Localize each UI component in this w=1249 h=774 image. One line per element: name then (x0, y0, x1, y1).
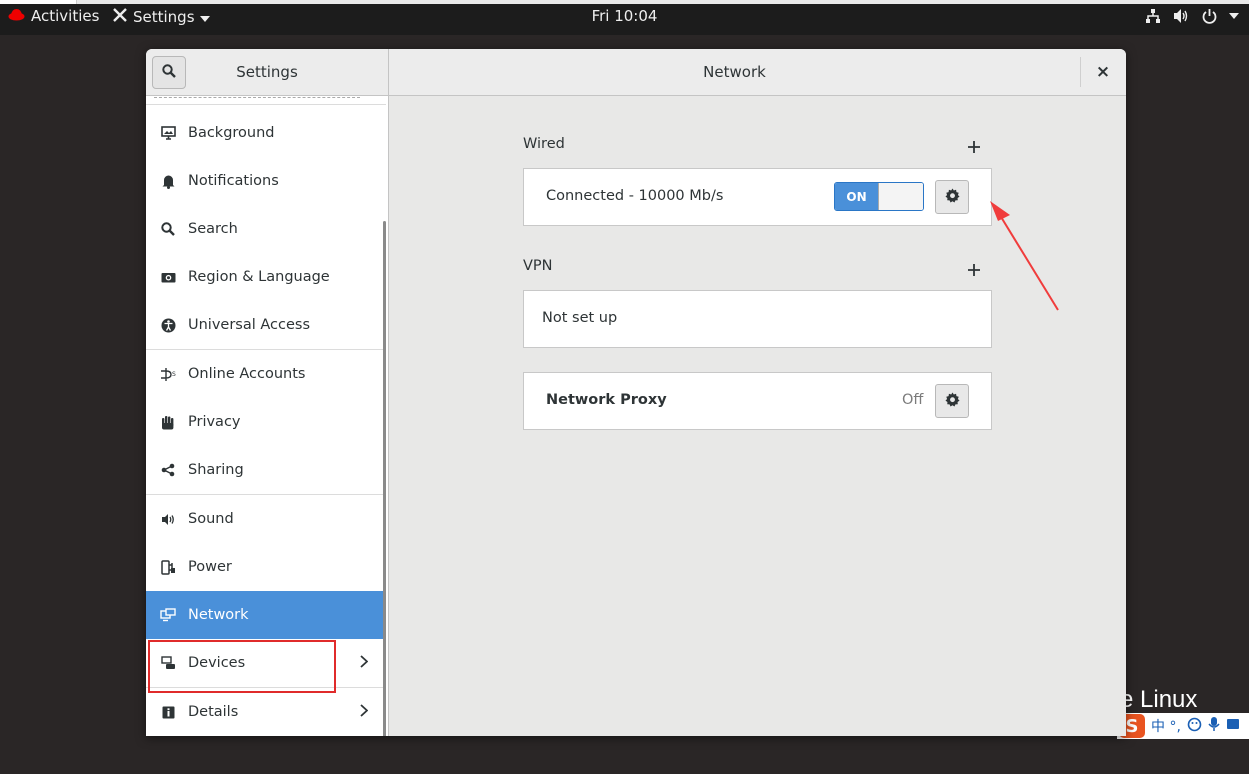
svg-text:S: S (172, 371, 176, 378)
sidebar-item-label: Sound (188, 511, 234, 527)
close-button[interactable]: × (1090, 62, 1116, 82)
accessibility-icon (160, 317, 176, 333)
add-vpn-button[interactable] (968, 260, 980, 278)
top-bar: Activities Settings Fri 10:04 (0, 0, 1249, 35)
ime-toolbar[interactable]: S 中 °, (1117, 713, 1249, 739)
sidebar-item-background[interactable]: Background (146, 109, 386, 157)
sidebar-scrollbar[interactable] (383, 221, 386, 736)
wallpaper-text: e Linux (1120, 686, 1198, 713)
power-plug-icon (160, 559, 176, 575)
sidebar-item-label: Network (188, 607, 249, 623)
volume-icon (1173, 8, 1190, 24)
sidebar-item-details[interactable]: Details (146, 688, 386, 736)
sidebar-item-label: Sharing (188, 462, 244, 478)
activities-label: Activities (31, 7, 100, 25)
sidebar-item-label: Region & Language (188, 269, 330, 285)
keyboard-icon[interactable] (1226, 717, 1240, 735)
toggle-on-label: ON (835, 183, 878, 210)
bell-icon (160, 173, 176, 189)
tools-icon (112, 7, 128, 27)
ime-mode-label[interactable]: 中 °, (1151, 716, 1181, 736)
wired-settings-button[interactable] (935, 180, 969, 214)
add-wired-button[interactable] (968, 137, 980, 155)
gear-icon (944, 187, 960, 207)
background-icon (160, 125, 176, 141)
header-bar: Settings Network × (146, 49, 1126, 96)
proxy-status: Off (902, 392, 924, 408)
vpn-section-label: VPN (523, 258, 553, 274)
sidebar-item-sharing[interactable]: Sharing (146, 446, 386, 494)
sidebar-item-region-language[interactable]: Region & Language (146, 253, 386, 301)
camera-icon (160, 269, 176, 285)
page-title: Network (703, 63, 766, 81)
proxy-label: Network Proxy (546, 392, 667, 408)
chevron-right-icon (360, 655, 369, 672)
app-menu[interactable]: Settings (112, 7, 210, 27)
toggle-knob (878, 183, 923, 210)
network-icon (160, 607, 176, 623)
speaker-icon (160, 511, 176, 527)
sidebar-item-label: Privacy (188, 414, 241, 430)
search-icon (160, 221, 176, 237)
sidebar-item-search[interactable]: Search (146, 205, 386, 253)
microphone-icon[interactable] (1208, 716, 1220, 736)
sidebar-item-power[interactable]: Power (146, 543, 386, 591)
power-icon (1202, 8, 1217, 24)
header-divider (1080, 57, 1081, 87)
sidebar-item-label: Search (188, 221, 238, 237)
sidebar: Background Notifications Search Region &… (146, 96, 389, 736)
chevron-down-icon (1229, 13, 1239, 19)
divider (146, 104, 386, 105)
sidebar-item-label: Background (188, 125, 275, 141)
vpn-panel: Not set up (523, 290, 992, 348)
online-accounts-icon: S (160, 366, 176, 382)
sidebar-item-label: Online Accounts (188, 366, 306, 382)
gear-icon (944, 391, 960, 411)
status-menu[interactable] (1145, 8, 1239, 24)
app-menu-label: Settings (133, 8, 195, 26)
sidebar-item-universal-access[interactable]: Universal Access (146, 301, 386, 349)
sidebar-item-sound[interactable]: Sound (146, 495, 386, 543)
network-wired-icon (1145, 8, 1161, 24)
sidebar-item-label: Notifications (188, 173, 279, 189)
sidebar-item-privacy[interactable]: Privacy (146, 398, 386, 446)
vpn-status: Not set up (542, 310, 618, 326)
sidebar-item-network[interactable]: Network (146, 591, 386, 639)
share-icon (160, 462, 176, 478)
emoji-icon[interactable] (1187, 717, 1202, 736)
highlight-annotation-box (148, 640, 336, 693)
sidebar-title: Settings (236, 63, 298, 81)
redhat-logo-icon (8, 7, 25, 25)
activities-button[interactable]: Activities (8, 7, 99, 25)
settings-window: Settings Network × Background Notificati… (146, 49, 1126, 736)
chevron-right-icon (360, 704, 369, 721)
wired-section-label: Wired (523, 136, 565, 152)
sidebar-item-label: Universal Access (188, 317, 311, 333)
sidebar-item-label: Power (188, 559, 232, 575)
proxy-panel[interactable]: Network Proxy Off (523, 372, 992, 430)
chevron-down-icon (199, 8, 210, 26)
sidebar-item-online-accounts[interactable]: S Online Accounts (146, 350, 386, 398)
proxy-settings-button[interactable] (935, 384, 969, 418)
sidebar-item-notifications[interactable]: Notifications (146, 157, 386, 205)
wired-panel: Connected - 10000 Mb/s ON (523, 168, 992, 226)
top-strip-tab (0, 0, 77, 4)
info-icon (160, 704, 176, 720)
hand-icon (160, 414, 176, 430)
sidebar-scroll-edge (154, 97, 360, 98)
top-strip (0, 0, 1249, 4)
wired-toggle[interactable]: ON (834, 182, 924, 211)
sidebar-item-label: Details (188, 704, 239, 720)
clock-label[interactable]: Fri 10:04 (592, 7, 658, 25)
wired-status: Connected - 10000 Mb/s (546, 188, 724, 204)
